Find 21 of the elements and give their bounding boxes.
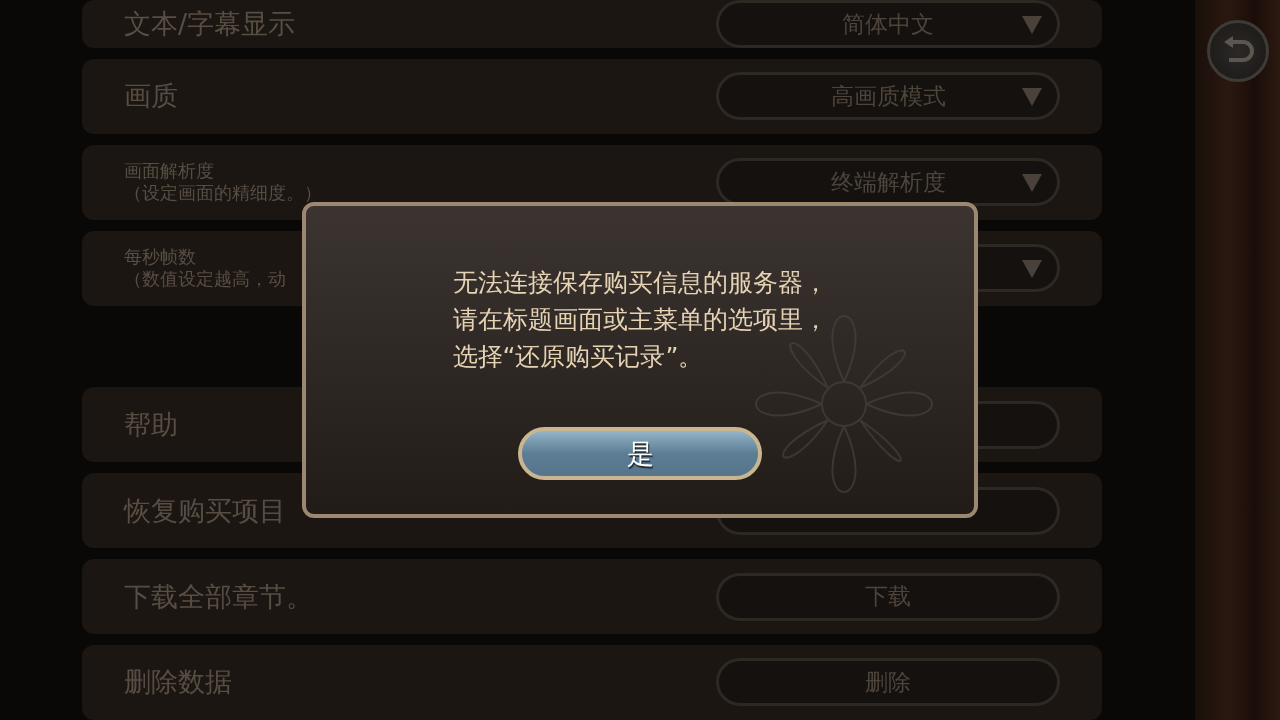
action-button[interactable]: 下载 [716, 572, 1060, 621]
dropdown[interactable]: 终端解析度 [716, 158, 1060, 207]
setting-label: 画面解析度 [124, 160, 215, 183]
setting-label: 删除数据 [124, 665, 232, 700]
setting-hint: （设定画面的精细度。） [124, 182, 322, 205]
setting-label: 下载全部章节。 [124, 579, 313, 614]
setting-hint: （数值设定越高，动 [124, 268, 286, 291]
confirm-button[interactable]: 是 [518, 427, 762, 480]
action-button[interactable]: 删除 [716, 658, 1060, 707]
caret-icon [1021, 259, 1043, 280]
dropdown[interactable]: 高画质模式 [716, 72, 1060, 121]
dropdown[interactable]: 简体中文 [716, 0, 1060, 48]
caret-icon [1021, 173, 1043, 194]
setting-label: 画质 [124, 79, 178, 114]
dialog-message: 无法连接保存购买信息的服务器， 请在标题画面或主菜单的选项里， 选择“还原购买记录”。 [452, 267, 828, 373]
setting-label: 帮助 [124, 407, 178, 442]
setting-label: 文本/字幕显示 [124, 7, 296, 41]
caret-icon [1021, 87, 1043, 108]
setting-label: 恢复购买项目 [124, 493, 286, 528]
caret-icon [1021, 15, 1043, 35]
setting-label: 每秒帧数 [124, 246, 197, 269]
